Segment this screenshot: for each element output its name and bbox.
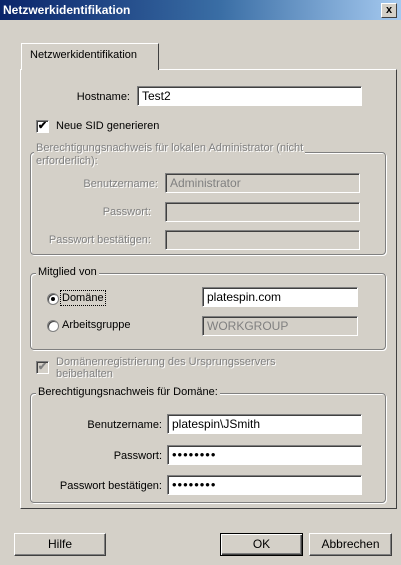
checkmark-icon: ✔ (37, 120, 48, 132)
ok-button[interactable]: OK (220, 533, 303, 556)
domain-user-input[interactable]: platespin\JSmith (167, 414, 362, 434)
workgroup-input[interactable]: WORKGROUP (202, 316, 358, 336)
title-bar: Netzwerkidentifikation x (0, 0, 401, 20)
member-of-group (30, 273, 386, 350)
member-of-legend: Mitglied von (36, 266, 99, 278)
domain-pw-label: Passwort: (113, 450, 162, 462)
workgroup-label: Arbeitsgruppe (62, 319, 131, 331)
domain-pw-input[interactable]: •••••••• (167, 445, 362, 465)
hostname-input[interactable]: Test2 (137, 86, 362, 106)
checkmark-icon: ✔ (37, 361, 48, 373)
local-user-input[interactable]: Administrator (165, 173, 360, 193)
tab-label: Netzwerkidentifikation (30, 49, 137, 61)
local-pw-confirm-input[interactable] (165, 230, 360, 250)
domain-radio[interactable] (47, 293, 59, 305)
new-sid-label: Neue SID generieren (56, 120, 160, 132)
local-user-label: Benutzername: (83, 178, 158, 190)
radio-dot-icon (51, 297, 55, 301)
local-pw-label: Passwort: (102, 206, 151, 218)
domain-pw-confirm-label: Passwort bestätigen: (59, 480, 162, 492)
domain-input[interactable]: platespin.com (202, 287, 358, 307)
workgroup-radio[interactable] (47, 320, 59, 332)
local-admin-legend-1: Berechtigungsnachweis für lokalen Admini… (34, 142, 306, 154)
help-button[interactable]: Hilfe (14, 533, 106, 556)
domain-label: Domäne (60, 290, 106, 306)
cancel-button[interactable]: Abbrechen (309, 533, 392, 556)
domain-pw-confirm-input[interactable]: •••••••• (167, 475, 362, 495)
domain-user-label: Benutzername: (87, 419, 162, 431)
window-title: Netzwerkidentifikation (3, 3, 131, 17)
local-pw-input[interactable] (165, 202, 360, 222)
hostname-label: Hostname: (76, 91, 130, 103)
new-sid-checkbox[interactable]: ✔ (36, 120, 49, 133)
keep-domain-label-2: beibehalten (56, 368, 113, 380)
local-admin-legend-2: erforderlich): (34, 155, 100, 167)
keep-domain-label-1: Domänenregistrierung des Ursprungsserver… (56, 356, 276, 368)
close-icon: x (385, 4, 393, 16)
domain-cred-legend: Berechtigungsnachweis für Domäne: (36, 386, 220, 398)
keep-domain-checkbox[interactable]: ✔ (36, 361, 49, 374)
tab-netzwerkidentifikation[interactable]: Netzwerkidentifikation (21, 43, 159, 70)
local-pw-confirm-label: Passwort bestätigen: (48, 234, 151, 246)
close-button[interactable]: x (381, 3, 397, 18)
